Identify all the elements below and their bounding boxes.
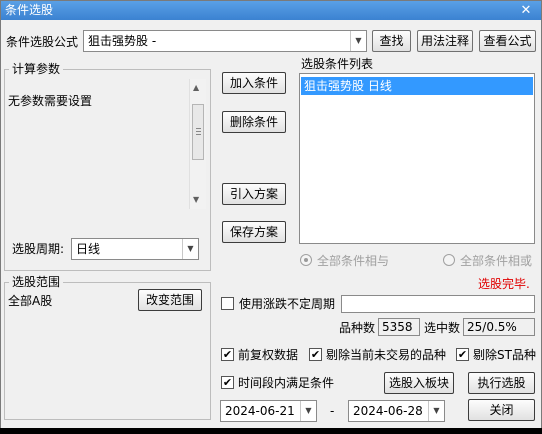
selected-count-label: 选中数	[424, 321, 461, 335]
scroll-thumb[interactable]	[192, 104, 204, 160]
condition-stock-picker-window: 条件选股 ✕ 条件选股公式 狙击强势股 - ▼ 查找 用法注释 查看公式 计算参…	[0, 0, 542, 434]
window-title: 条件选股	[5, 3, 54, 17]
close-icon[interactable]: ✕	[519, 1, 533, 20]
variety-count-field: 5358	[378, 318, 420, 336]
variable-period-checkbox[interactable]	[221, 297, 234, 310]
all-or-label: 全部条件相或	[460, 254, 533, 268]
exclude-untraded-label: 剔除当前未交易的品种	[326, 348, 447, 362]
status-text: 选股完毕.	[478, 277, 530, 291]
add-condition-button[interactable]: 加入条件	[222, 72, 286, 94]
variable-period-label: 使用涨跌不定周期	[239, 297, 336, 311]
execute-button[interactable]: 执行选股	[468, 372, 535, 394]
usage-notes-button[interactable]: 用法注释	[417, 30, 473, 52]
params-text: 无参数需要设置	[8, 94, 93, 108]
all-and-radio[interactable]	[300, 254, 312, 266]
save-scheme-button[interactable]: 保存方案	[222, 221, 286, 243]
all-and-label: 全部条件相与	[317, 254, 390, 268]
scope-value: 全部A股	[8, 294, 53, 308]
condition-list-title: 选股条件列表	[301, 57, 374, 71]
calc-params-title: 计算参数	[9, 62, 64, 76]
pre-adjust-label: 前复权数据	[238, 348, 299, 362]
formula-select[interactable]: 狙击强势股 - ▼	[83, 30, 367, 52]
start-date-value: 2024-06-21	[225, 404, 295, 418]
end-date-value: 2024-06-28	[353, 404, 423, 418]
variety-count-value: 5358	[382, 320, 413, 334]
scope-title: 选股范围	[9, 275, 64, 289]
title-bar: 条件选股 ✕	[1, 1, 541, 20]
import-scheme-button[interactable]: 引入方案	[222, 183, 286, 205]
all-or-radio[interactable]	[443, 254, 455, 266]
chevron-down-icon[interactable]: ▼	[300, 401, 316, 421]
period-select[interactable]: 日线 ▼	[71, 238, 199, 260]
params-scrollbar[interactable]: ▲ ▼	[189, 79, 206, 209]
view-formula-button[interactable]: 查看公式	[479, 30, 536, 52]
selected-count-field: 25/0.5%	[463, 318, 535, 336]
close-button[interactable]: 关闭	[468, 399, 535, 421]
period-select-value: 日线	[76, 242, 101, 256]
date-separator: -	[330, 404, 335, 418]
condition-list[interactable]: 狙击强势股 日线	[299, 73, 535, 244]
time-range-checkbox[interactable]: ✔	[221, 376, 234, 389]
end-date-picker[interactable]: 2024-06-28 ▼	[348, 400, 445, 422]
selected-count-value: 25/0.5%	[467, 320, 517, 334]
variable-period-input[interactable]	[341, 295, 535, 313]
time-range-label: 时间段内满足条件	[238, 376, 335, 390]
pre-adjust-checkbox[interactable]: ✔	[221, 348, 234, 361]
formula-select-value: 狙击强势股 -	[88, 34, 157, 48]
condition-list-item[interactable]: 狙击强势股 日线	[301, 77, 533, 95]
formula-label: 条件选股公式	[6, 35, 79, 49]
find-button[interactable]: 查找	[372, 30, 411, 52]
exclude-untraded-checkbox[interactable]: ✔	[309, 348, 322, 361]
background-strip	[0, 428, 542, 434]
start-date-picker[interactable]: 2024-06-21 ▼	[220, 400, 317, 422]
variety-count-label: 品种数	[339, 321, 376, 335]
period-label: 选股周期:	[12, 242, 65, 256]
chevron-down-icon[interactable]: ▼	[350, 31, 366, 51]
delete-condition-button[interactable]: 删除条件	[222, 111, 286, 133]
exclude-st-label: 剔除ST品种	[473, 348, 536, 362]
scroll-down-icon[interactable]: ▼	[193, 195, 199, 204]
scroll-up-icon[interactable]: ▲	[193, 83, 199, 92]
chevron-down-icon[interactable]: ▼	[428, 401, 444, 421]
to-block-button[interactable]: 选股入板块	[384, 372, 454, 394]
exclude-st-checkbox[interactable]: ✔	[456, 348, 469, 361]
change-scope-button[interactable]: 改变范围	[138, 289, 202, 311]
chevron-down-icon[interactable]: ▼	[182, 239, 198, 259]
